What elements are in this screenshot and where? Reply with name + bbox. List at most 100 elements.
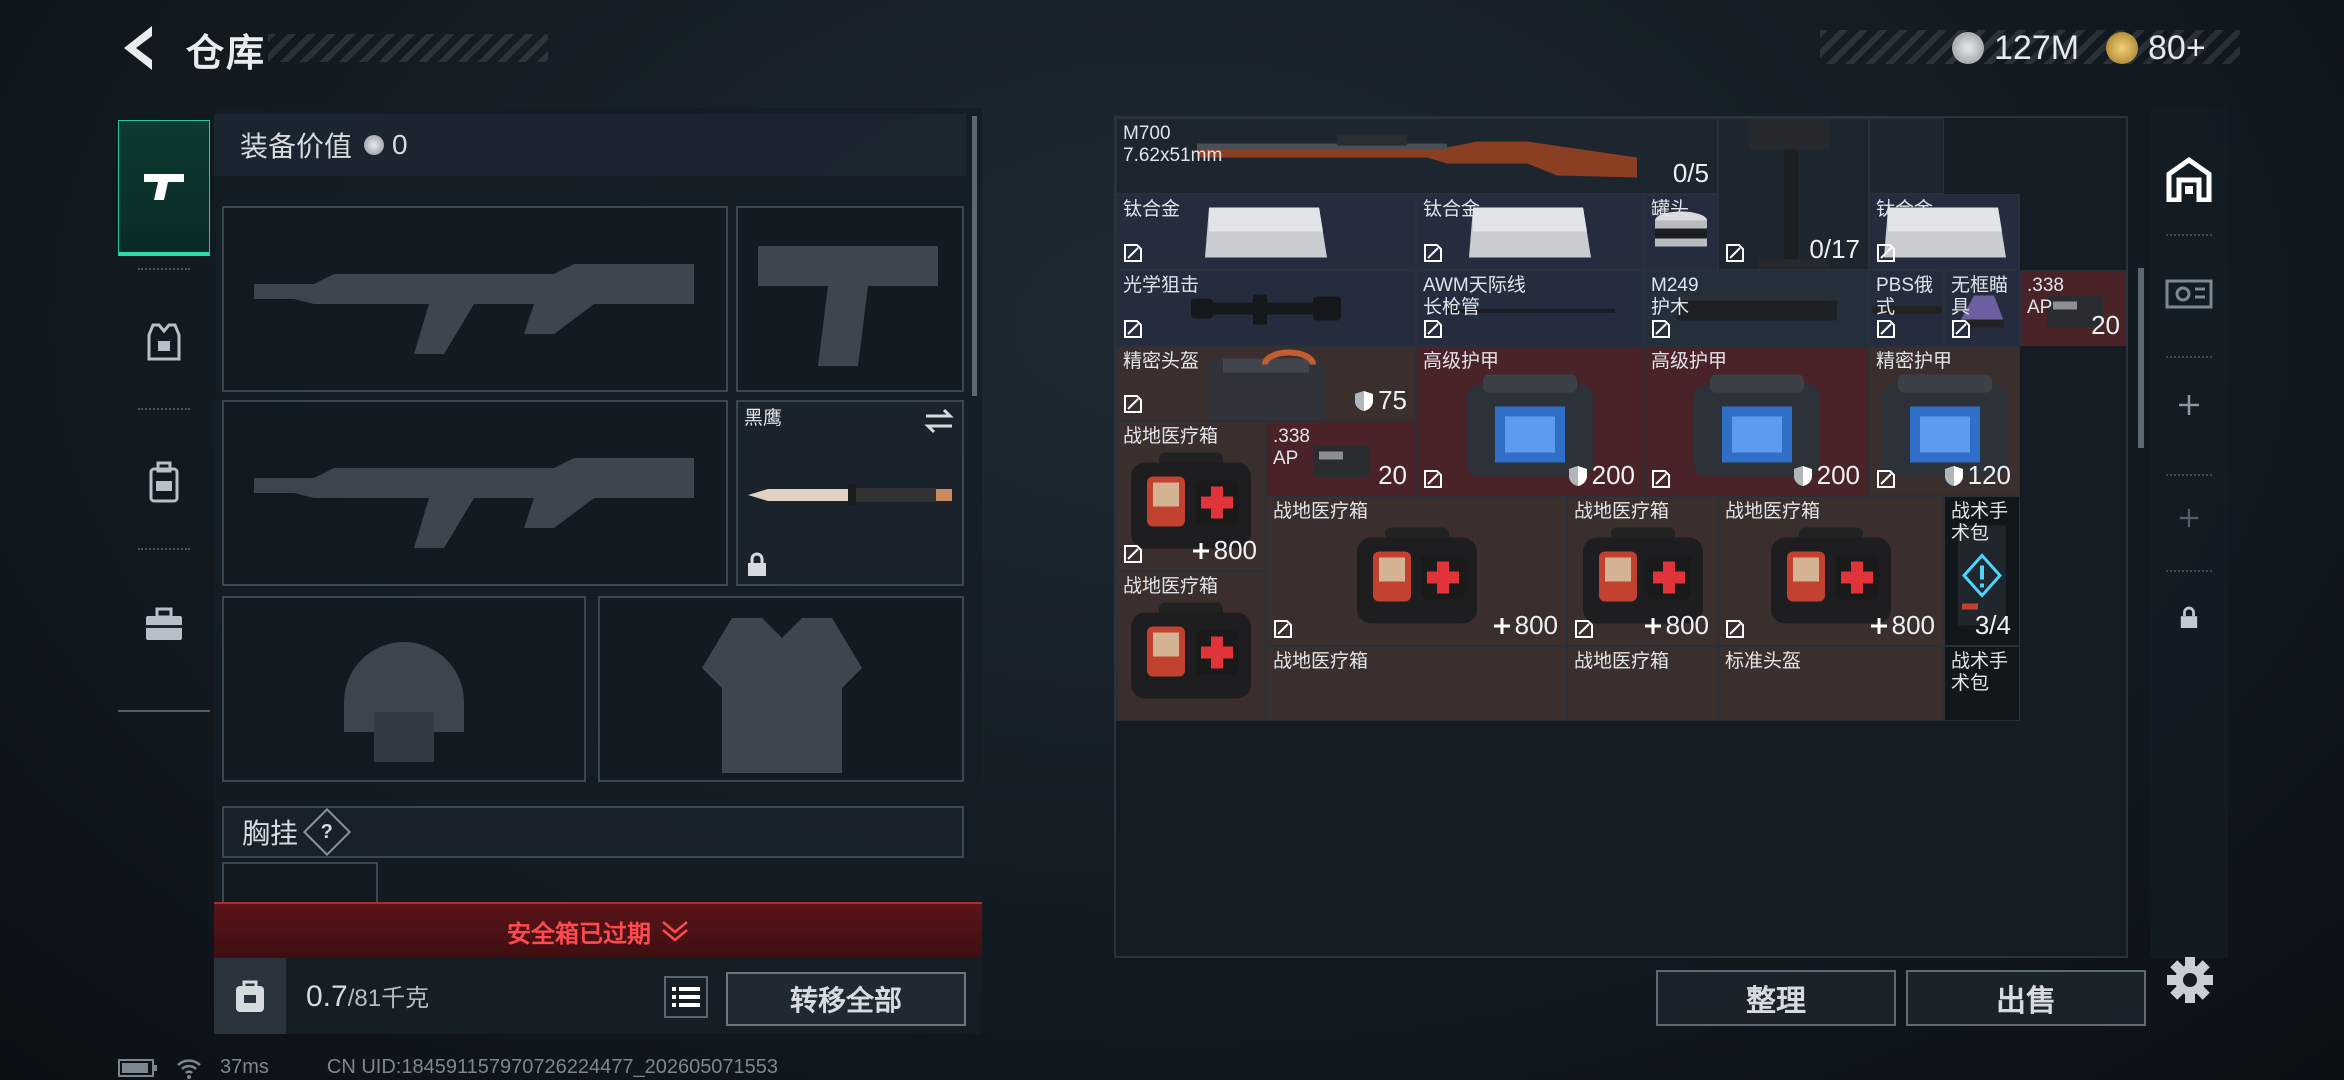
tab-case[interactable] [118, 558, 210, 690]
item-medkit[interactable]: 战地医疗箱 800 [1567, 496, 1718, 646]
storage-page-1[interactable] [2150, 144, 2228, 214]
item-titanium[interactable]: 钛合金 [1116, 194, 1416, 270]
silver-coin-icon [364, 135, 385, 155]
item-medkit[interactable]: 战地医疗箱 [1266, 646, 1567, 721]
item-count: 20 [1378, 460, 1407, 490]
gold-amount: 80+ [2148, 28, 2206, 67]
pistol-slot[interactable] [736, 206, 964, 392]
shield-icon [1944, 465, 1963, 486]
item-helmet[interactable]: 精密头盔 75 [1116, 346, 1416, 421]
lock-icon [748, 552, 766, 576]
capacity-bar: 0.7/81千克 转移全部 [214, 958, 982, 1034]
item-ammo-338[interactable]: .338 AP 20 [1266, 421, 1416, 496]
locked-storage-page[interactable] [2150, 586, 2228, 650]
title-decoration [268, 34, 548, 62]
back-button[interactable] [116, 22, 162, 74]
rifle-icon [1197, 127, 1637, 192]
item-armor[interactable]: 精密护甲 120 [1869, 346, 2020, 496]
weight-display: 0.7/81千克 [306, 978, 429, 1014]
settings-button[interactable] [2160, 950, 2220, 1010]
secondary-weapon-slot[interactable] [222, 400, 728, 586]
add-storage-page-button[interactable] [2150, 370, 2228, 440]
tab-weapons[interactable] [118, 120, 210, 256]
helmet-slot[interactable] [222, 596, 586, 782]
item-optic[interactable]: 光学狙击 [1116, 270, 1416, 346]
page-title: 仓库 [186, 33, 267, 75]
item-titanium[interactable]: 钛合金 [1416, 194, 1644, 270]
tab-backpack[interactable] [118, 416, 210, 548]
empty-cell[interactable] [1869, 118, 1944, 194]
item-medkit[interactable]: 战地医疗箱 [1116, 571, 1266, 721]
item-armor[interactable]: 高级护甲 200 [1416, 346, 1644, 496]
melee-slot[interactable]: 黑鹰 [736, 400, 964, 586]
item-surgery-kit[interactable]: 战术手术包 3/4 [1944, 496, 2020, 646]
item-can[interactable]: 罐头 [1644, 194, 1718, 270]
item-medkit[interactable]: 战地医疗箱 800 [1266, 496, 1567, 646]
add-storage-page-button[interactable] [2150, 488, 2228, 548]
status-bar: 37ms CN UID:184591157970726224477_202605… [118, 1056, 778, 1079]
item-count: 20 [2091, 310, 2120, 340]
plus-icon [1870, 617, 1887, 634]
item-name: 战地医疗箱 [1273, 651, 1369, 672]
safe-box-expired-banner[interactable]: 安全箱已过期 [214, 902, 982, 958]
knife-icon [748, 484, 952, 506]
silver-currency: 127M [1952, 26, 2079, 70]
item-titanium[interactable]: 钛合金 [1869, 194, 2020, 270]
item-name: 钛合金 [1876, 199, 1934, 220]
item-reddot[interactable]: 无框瞄具 [1944, 270, 2020, 346]
item-pbs[interactable]: PBS俄式 [1869, 270, 1944, 346]
plate-icon [1201, 201, 1331, 269]
lock-icon [2180, 606, 2198, 628]
item-name: AWM天际线 长枪管 [1423, 275, 1526, 318]
marked-icon [1123, 243, 1143, 263]
helmet-silhouette-icon [344, 642, 464, 762]
marked-icon [1876, 319, 1896, 339]
item-name: 无框瞄具 [1951, 275, 2009, 318]
list-view-button[interactable] [664, 976, 708, 1018]
silver-amount: 127M [1994, 28, 2080, 67]
item-m700[interactable]: M700 7.62x51mm 0/5 [1116, 118, 1718, 194]
plus-icon [2179, 508, 2199, 528]
med-icon [1129, 601, 1253, 706]
equipment-scrollbar[interactable] [972, 116, 977, 396]
item-m249-handguard[interactable]: M249 护木 [1644, 270, 1869, 346]
chest-rig-slot[interactable] [222, 862, 378, 902]
tab-gear[interactable] [118, 276, 210, 408]
swap-icon[interactable] [924, 408, 954, 434]
weight-max: /81千克 [347, 985, 430, 1012]
gold-currency[interactable]: 80+ [2106, 26, 2206, 70]
sell-button[interactable]: 出售 [1906, 970, 2146, 1026]
help-icon[interactable]: ? [302, 807, 352, 857]
transfer-all-button[interactable]: 转移全部 [726, 972, 966, 1026]
storage-page-2[interactable] [2150, 258, 2228, 328]
list-icon [672, 987, 700, 1007]
item-count: 200 [1793, 460, 1860, 491]
rifle-silhouette-icon [254, 264, 694, 354]
chest-rig-bar[interactable]: 胸挂 ? [222, 806, 964, 858]
item-awm-barrel[interactable]: AWM天际线 长枪管 [1416, 270, 1644, 346]
item-name: 钛合金 [1423, 199, 1481, 220]
storage-scrollbar[interactable] [2138, 268, 2144, 448]
item-armor[interactable]: 高级护甲 200 [1644, 346, 1869, 496]
helmet-icon [1203, 347, 1329, 420]
item-name: 战地医疗箱 [1574, 651, 1670, 672]
wifi-icon [177, 1058, 201, 1079]
tidy-button[interactable]: 整理 [1656, 970, 1896, 1026]
rail-divider [2166, 234, 2212, 236]
bag-button[interactable] [214, 958, 286, 1034]
item-medkit[interactable]: 战地医疗箱 800 [1718, 496, 1944, 646]
marked-icon [1423, 469, 1443, 489]
item-name: 精密护甲 [1876, 351, 1953, 372]
item-medkit[interactable]: 战地医疗箱 [1567, 646, 1718, 721]
plus-icon [1644, 617, 1661, 634]
item-medkit[interactable]: 战地医疗箱 800 [1116, 421, 1266, 571]
chest-label: 胸挂 [242, 818, 299, 849]
item-surgery-kit[interactable]: 战术手术包 [1944, 646, 2020, 721]
marked-icon [1725, 243, 1745, 263]
item-helmet[interactable]: 标准头盔 [1718, 646, 1944, 721]
primary-weapon-slot[interactable] [222, 206, 728, 392]
armor-slot[interactable] [598, 596, 964, 782]
item-stock[interactable]: 0/17 [1718, 118, 1869, 270]
item-ammo-338[interactable]: .338 AP 20 [2020, 270, 2126, 346]
back-arrow-icon [124, 26, 152, 70]
